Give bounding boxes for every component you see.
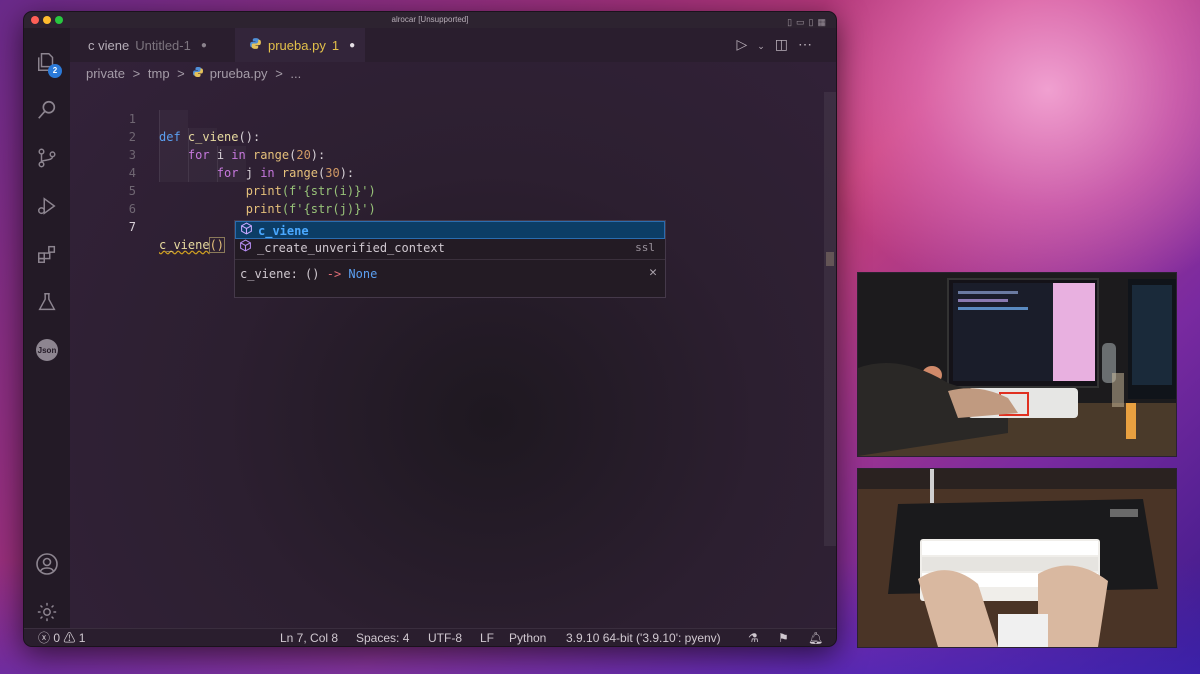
feedback-icon[interactable]: ⚑ [778,629,789,646]
call-parens: () [208,237,226,253]
code-line: 1 def c_viene(): [70,92,836,144]
desk-camera-image [858,273,1176,456]
tab-dirty-indicator[interactable]: ● [201,40,207,51]
maximize-window-button[interactable] [55,16,63,24]
breadcrumb: private > tmp > prueba.py > ... [86,66,305,81]
cube-method-icon [239,239,252,257]
testing-flask-icon[interactable] [35,290,59,314]
suggest-label: c_viene [258,222,309,240]
title-bar: alrocar [Unsupported] ▯▭▯▦ [24,12,836,28]
extensions-icon[interactable] [35,242,59,266]
window-title: alrocar [Unsupported] [391,15,469,24]
problems-indicator[interactable]: ⓧ 0 ⚠ 1 [38,629,86,646]
scroll-marker [826,252,834,266]
source-control-icon[interactable] [35,146,59,170]
status-bar: ⓧ 0 ⚠ 1 Ln 7, Col 8 Spaces: 4 UTF-8 LF P… [24,628,836,646]
tab-label: prueba.py [268,37,326,53]
run-file-icon[interactable]: ▷ [736,36,757,52]
cube-method-icon [240,222,253,240]
indentation[interactable]: Spaces: 4 [356,629,409,646]
code-line: 2 for i in range(20): [70,110,836,162]
warning-count: 1 [78,631,86,645]
warning-icon: ⚠ [63,631,76,645]
doc-arrow: -> [326,267,342,281]
suggest-label: _create_unverified_context [257,241,445,255]
tab-prueba-py[interactable]: prueba.py 1 ● [235,28,365,62]
tab-sublabel: Untitled-1 [135,37,191,53]
python-interpreter[interactable]: 3.9.10 64-bit ('3.9.10': pyenv) [566,629,721,646]
close-icon[interactable]: ✕ [649,265,657,280]
suggest-match: c_viene [258,224,309,238]
vscode-window: alrocar [Unsupported] ▯▭▯▦ 2 Json c vien… [23,11,837,647]
json-extension-icon[interactable]: Json [35,338,59,362]
json-label: Json [36,339,58,361]
doc-return: None [348,267,378,281]
line-number: 7 [128,220,136,234]
run-dropdown-icon[interactable]: ⌄ [757,41,775,51]
encoding[interactable]: UTF-8 [428,629,462,646]
keyboard-camera-image [858,469,1176,647]
suggest-widget: c_viene _create_unverified_context ssl c… [234,220,666,298]
python-file-icon [192,67,207,81]
account-icon[interactable] [35,552,59,576]
explorer-badge: 2 [48,64,62,78]
copilot-icon[interactable]: ⚗ [748,629,759,646]
webcam-overlay-desk [857,272,1177,457]
error-count: 0 [53,631,61,645]
breadcrumb-tmp[interactable]: tmp [148,66,170,81]
code-line: 4 print(f'{str(i)}') [70,146,836,198]
tab-label: c viene [88,37,130,53]
breadcrumb-file[interactable]: prueba.py [210,66,268,81]
settings-gear-icon[interactable] [35,600,59,624]
split-editor-icon[interactable]: ◫ [775,36,798,52]
tab-bar: c viene Untitled-1 ● prueba.py 1 ● ▷⌄◫⋯ [70,28,836,62]
code-line: 3 for j in range(30): [70,128,836,180]
webcam-overlay-keyboard [857,468,1177,648]
doc-name: c_viene: [240,267,298,281]
more-actions-icon[interactable]: ⋯ [798,36,822,52]
editor-actions: ▷⌄◫⋯ [736,36,822,53]
suggest-item-c-viene[interactable]: c_viene [235,221,665,239]
minimize-window-button[interactable] [43,16,51,24]
run-debug-icon[interactable] [35,194,59,218]
tab-untitled[interactable]: c viene Untitled-1 ● [70,28,216,62]
doc-signature: () [305,267,320,281]
editor-area: c viene Untitled-1 ● prueba.py 1 ● ▷⌄◫⋯ … [70,28,836,628]
suggest-divider [235,259,665,260]
language-mode[interactable]: Python [509,629,546,646]
tab-dirty-indicator[interactable]: ● [349,40,355,51]
suggest-item-create-unverified-context[interactable]: _create_unverified_context ssl [235,239,665,257]
close-window-button[interactable] [31,16,39,24]
tab-problem-count: 1 [331,37,340,53]
suggest-docs: c_viene: () -> None [240,267,377,281]
breadcrumb-symbol[interactable]: ... [290,66,301,81]
breadcrumb-separator: > [132,66,141,81]
activity-bar: 2 Json [24,28,70,628]
code-line-active: 7 c_viene() [70,200,836,253]
wallpaper-glow [820,0,1200,300]
suggest-detail: ssl [635,241,655,254]
search-icon[interactable] [35,98,59,122]
code-line: 6 [70,182,836,216]
cursor-position[interactable]: Ln 7, Col 8 [280,629,338,646]
code-line: 5 print(f'{str(j)}') [70,164,836,216]
function-call: c_viene [159,238,210,252]
vertical-scrollbar[interactable] [824,92,836,546]
notifications-bell-icon[interactable]: 🔔︎ [808,629,823,646]
end-of-line[interactable]: LF [480,629,494,646]
python-file-icon [249,37,262,53]
breadcrumb-separator: > [275,66,283,81]
breadcrumb-private[interactable]: private [86,66,125,81]
error-icon: ⓧ [38,631,51,645]
breadcrumb-separator: > [177,66,185,81]
